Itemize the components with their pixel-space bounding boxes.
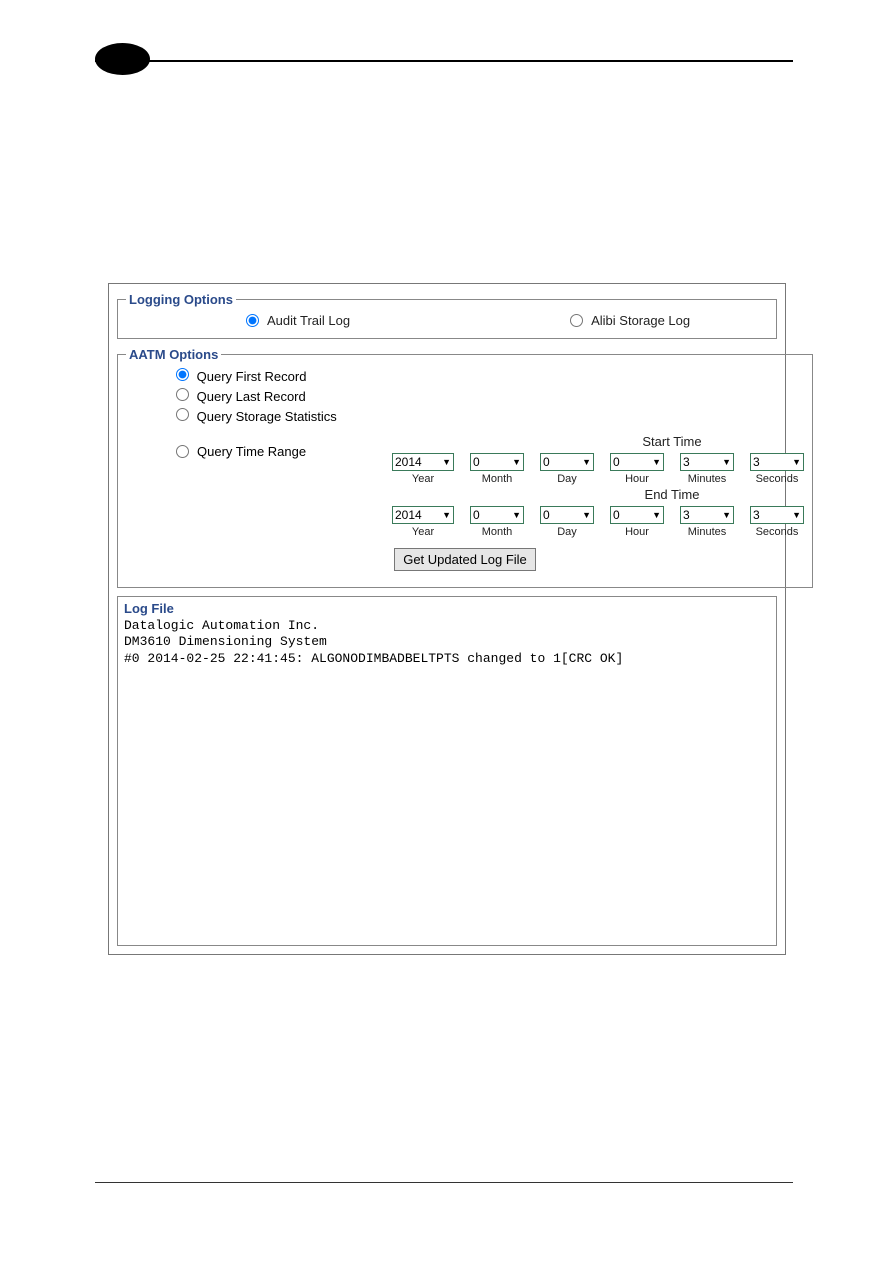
start-time-header: Start Time: [540, 434, 804, 449]
radio-query-first-label: Query First Record: [197, 369, 307, 384]
start-year-select[interactable]: 2014▼: [392, 453, 454, 471]
chevron-down-icon: ▼: [652, 510, 661, 520]
col-seconds-2: Seconds: [750, 526, 804, 538]
end-hour-select[interactable]: 0▼: [610, 506, 664, 524]
radio-query-range[interactable]: Query Time Range: [176, 444, 306, 459]
radio-audit-trail-input[interactable]: [246, 314, 259, 327]
col-month: Month: [470, 473, 524, 485]
logging-options-legend: Logging Options: [126, 292, 236, 307]
log-file-box: Log File Datalogic Automation Inc. DM361…: [117, 596, 777, 946]
radio-query-last[interactable]: Query Last Record: [176, 388, 804, 404]
start-hour-select[interactable]: 0▼: [610, 453, 664, 471]
start-seconds-select[interactable]: 3▼: [750, 453, 804, 471]
log-file-title: Log File: [124, 601, 770, 616]
end-minutes-select[interactable]: 3▼: [680, 506, 734, 524]
header-badge: [95, 43, 150, 75]
chevron-down-icon: ▼: [792, 457, 801, 467]
end-seconds-select[interactable]: 3▼: [750, 506, 804, 524]
radio-query-first[interactable]: Query First Record: [176, 368, 804, 384]
chevron-down-icon: ▼: [722, 510, 731, 520]
radio-query-last-input[interactable]: [176, 388, 189, 401]
chevron-down-icon: ▼: [582, 457, 591, 467]
col-day-2: Day: [540, 526, 594, 538]
radio-query-range-input[interactable]: [176, 445, 189, 458]
logging-options-fieldset: Logging Options Audit Trail Log Alibi St…: [117, 292, 777, 339]
radio-audit-trail[interactable]: Audit Trail Log: [246, 313, 350, 328]
radio-audit-trail-label: Audit Trail Log: [267, 313, 350, 328]
chevron-down-icon: ▼: [512, 510, 521, 520]
start-minutes-select[interactable]: 3▼: [680, 453, 734, 471]
aatm-options-fieldset: AATM Options Query First Record Query La…: [117, 347, 813, 588]
col-day: Day: [540, 473, 594, 485]
get-updated-log-button[interactable]: Get Updated Log File: [394, 548, 536, 571]
chevron-down-icon: ▼: [442, 510, 451, 520]
footer-rule: [95, 1182, 793, 1183]
col-hour: Hour: [610, 473, 664, 485]
start-month-select[interactable]: 0▼: [470, 453, 524, 471]
col-month-2: Month: [470, 526, 524, 538]
col-year-2: Year: [392, 526, 454, 538]
radio-alibi-storage-input[interactable]: [570, 314, 583, 327]
col-hour-2: Hour: [610, 526, 664, 538]
radio-query-stats-input[interactable]: [176, 408, 189, 421]
chevron-down-icon: ▼: [442, 457, 451, 467]
radio-alibi-storage-label: Alibi Storage Log: [591, 313, 690, 328]
col-year: Year: [392, 473, 454, 485]
header-rule: [95, 60, 793, 62]
end-month-select[interactable]: 0▼: [470, 506, 524, 524]
chevron-down-icon: ▼: [582, 510, 591, 520]
end-time-header: End Time: [540, 487, 804, 502]
radio-query-first-input[interactable]: [176, 368, 189, 381]
col-seconds: Seconds: [750, 473, 804, 485]
chevron-down-icon: ▼: [722, 457, 731, 467]
radio-query-range-label: Query Time Range: [197, 444, 306, 459]
chevron-down-icon: ▼: [652, 457, 661, 467]
end-year-select[interactable]: 2014▼: [392, 506, 454, 524]
radio-alibi-storage[interactable]: Alibi Storage Log: [570, 313, 690, 328]
radio-query-last-label: Query Last Record: [197, 389, 306, 404]
log-file-content: Datalogic Automation Inc. DM3610 Dimensi…: [124, 618, 770, 667]
chevron-down-icon: ▼: [512, 457, 521, 467]
radio-query-stats-label: Query Storage Statistics: [197, 409, 337, 424]
col-minutes-2: Minutes: [680, 526, 734, 538]
start-day-select[interactable]: 0▼: [540, 453, 594, 471]
col-minutes: Minutes: [680, 473, 734, 485]
radio-query-stats[interactable]: Query Storage Statistics: [176, 408, 804, 424]
chevron-down-icon: ▼: [792, 510, 801, 520]
end-day-select[interactable]: 0▼: [540, 506, 594, 524]
aatm-options-legend: AATM Options: [126, 347, 221, 362]
main-panel: Logging Options Audit Trail Log Alibi St…: [108, 283, 786, 955]
